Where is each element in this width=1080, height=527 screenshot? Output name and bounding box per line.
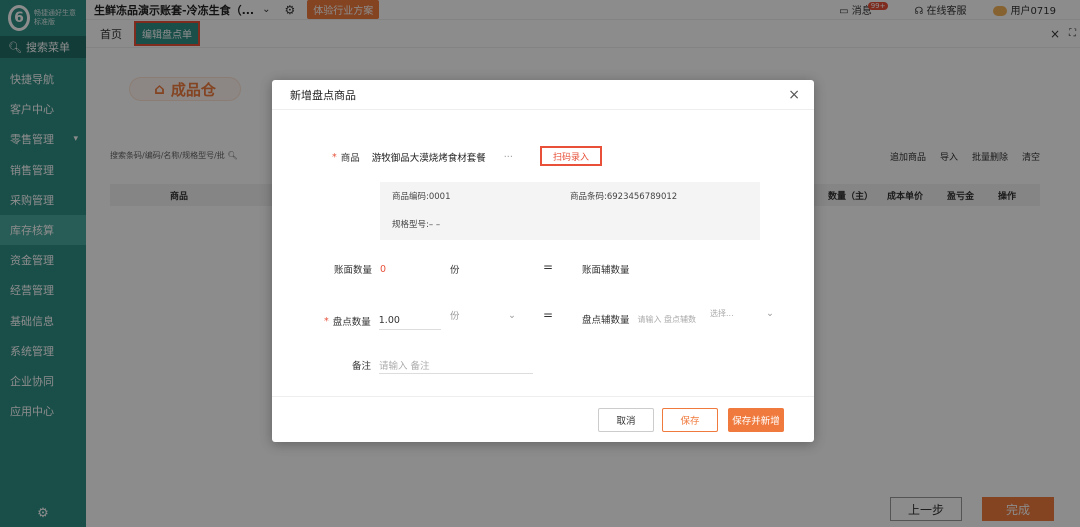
aux-unit-placeholder: 选择... xyxy=(710,309,734,318)
product-label: 商品 xyxy=(340,153,360,164)
chevron-down-icon: ⌄ xyxy=(766,308,774,319)
close-icon[interactable]: × xyxy=(788,87,800,103)
required-mark: * xyxy=(324,315,329,327)
note-placeholder: 请输入 备注 xyxy=(379,360,430,372)
cancel-button[interactable]: 取消 xyxy=(598,408,654,432)
required-mark: * xyxy=(332,151,337,163)
book-unit: 份 xyxy=(450,265,460,276)
add-stocktake-item-dialog: 新增盘点商品 × * 商品 游牧御品大漠烧烤食材套餐 ··· 扫码录入 商品编码… xyxy=(272,80,814,442)
product-input[interactable]: 游牧御品大漠烧烤食材套餐 xyxy=(372,150,486,164)
equals-sign: = xyxy=(543,260,554,274)
book-aux-qty-label: 账面辅数量 xyxy=(582,265,630,276)
count-qty-label: 盘点数量 xyxy=(332,317,371,328)
product-code: 商品编码:0001 xyxy=(392,192,451,202)
product-barcode: 商品条码:6923456789012 xyxy=(570,192,678,202)
count-unit-value: 份 xyxy=(450,311,460,322)
dialog-footer: 取消 保存 保存并新增 xyxy=(272,396,814,442)
count-qty-value: 1.00 xyxy=(378,315,400,326)
product-info-panel: 商品编码:0001 商品条码:6923456789012 规格型号:– – xyxy=(380,182,760,240)
aux-unit-select[interactable]: 选择... ⌄ xyxy=(710,308,774,319)
product-spec: 规格型号:– – xyxy=(392,220,441,230)
note-input[interactable]: 请输入 备注 xyxy=(379,356,534,374)
book-qty-value: 0 xyxy=(380,263,387,275)
count-unit-select[interactable]: 份 ⌄ xyxy=(450,308,516,323)
more-icon[interactable]: ··· xyxy=(504,152,513,163)
save-and-new-button[interactable]: 保存并新增 xyxy=(728,408,784,432)
dialog-title: 新增盘点商品 xyxy=(290,88,356,102)
chevron-down-icon: ⌄ xyxy=(508,309,516,321)
save-button[interactable]: 保存 xyxy=(662,408,718,432)
scan-entry-button[interactable]: 扫码录入 xyxy=(540,146,602,166)
count-aux-qty-input[interactable]: 请输入 盘点辅数 xyxy=(638,314,697,325)
note-label: 备注 xyxy=(352,361,372,372)
count-aux-qty-label: 盘点辅数量 xyxy=(582,315,630,326)
equals-sign: = xyxy=(543,308,554,322)
count-qty-input[interactable]: 1.00 xyxy=(378,312,441,330)
book-qty-label: 账面数量 xyxy=(334,265,373,276)
